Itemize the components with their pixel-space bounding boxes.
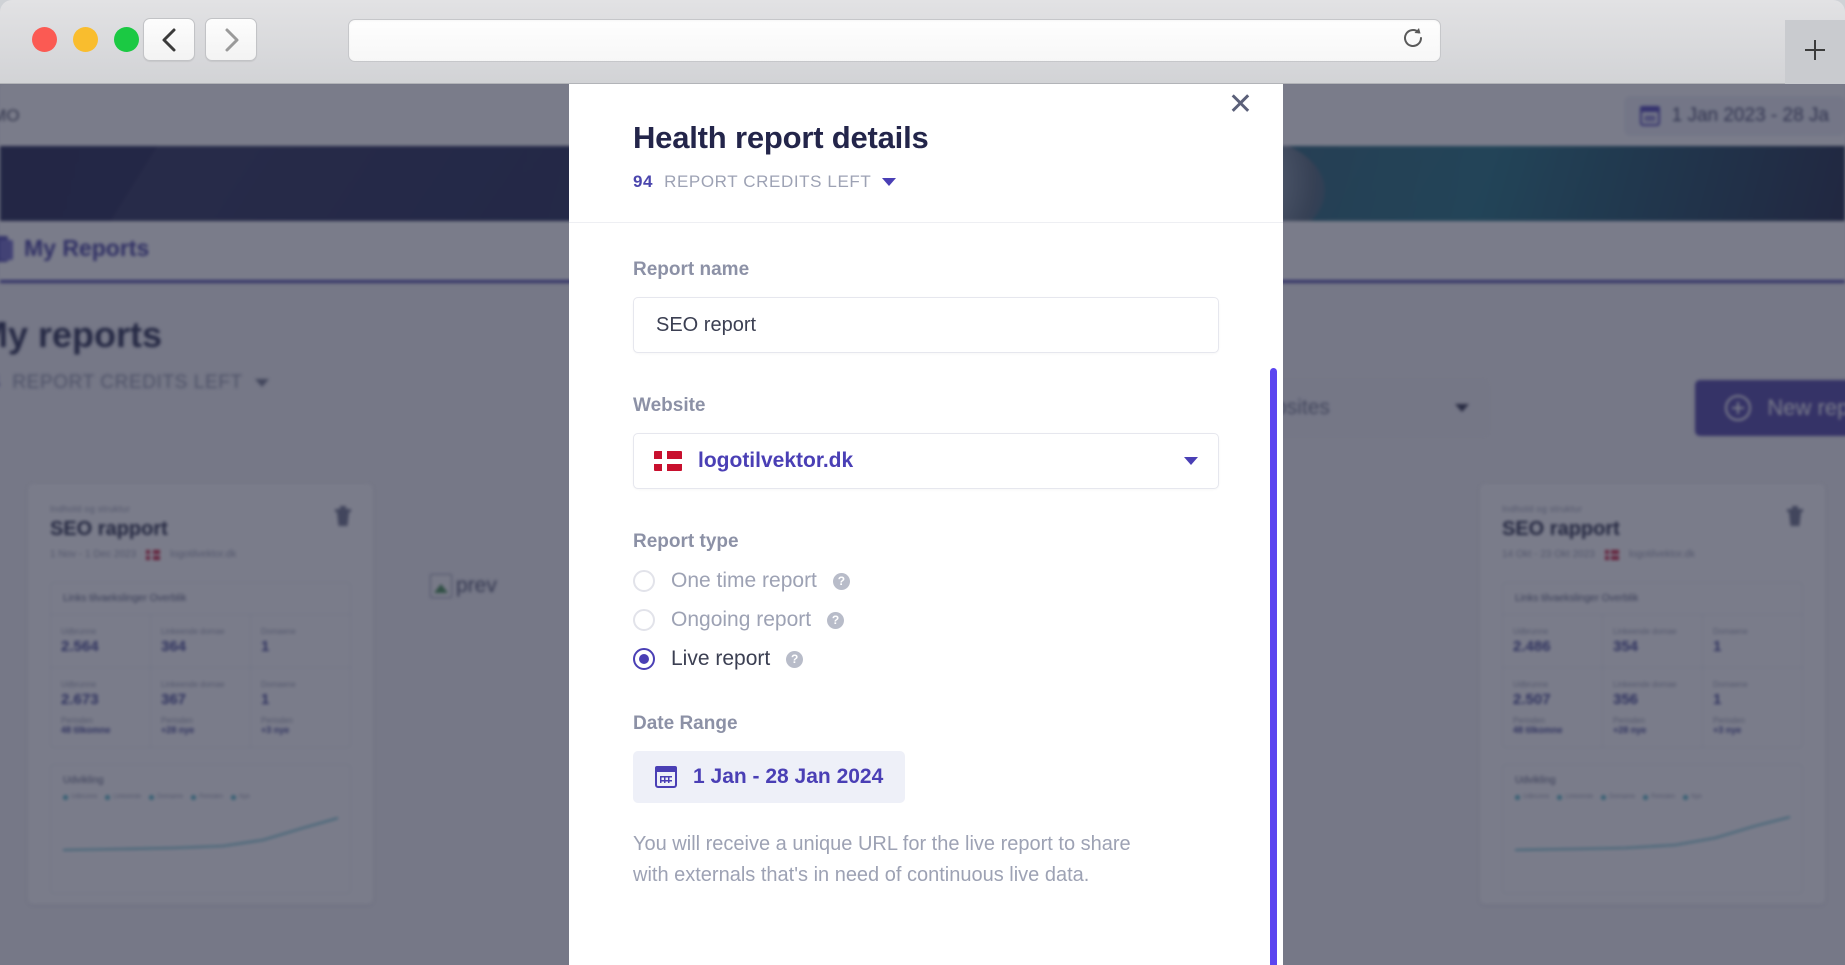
denmark-flag-icon [654,451,682,471]
new-tab-button[interactable] [1785,20,1845,84]
report-type-field: Report type One time report ? Ongoing re… [633,531,1219,671]
date-range-label: Date Range [633,713,738,734]
modal-body: Report name SEO report Website logotilve… [569,223,1283,965]
help-icon[interactable]: ? [827,611,845,629]
date-range-button[interactable]: 1 Jan - 28 Jan 2024 [633,751,906,803]
live-report-description: You will receive a unique URL for the li… [633,833,1131,886]
date-range-field: Date Range 1 Jan - 28 Jan 2024 [633,713,1219,803]
window-traffic-lights [32,27,139,52]
radio-label: Ongoing report [671,608,812,631]
chevron-right-icon [222,27,240,53]
radio-ongoing-report[interactable]: Ongoing report ? [633,608,1219,632]
browser-nav-buttons [143,18,257,61]
minimize-window-button[interactable] [73,27,98,52]
close-icon[interactable]: ✕ [1228,90,1253,120]
website-label: Website [633,395,706,416]
report-name-field: Report name SEO report [633,259,1219,353]
website-select-value: logotilvektor.dk [698,449,854,472]
calendar-icon [655,766,677,788]
modal-header: Health report details 94 REPORT CREDITS … [569,84,1283,223]
report-name-input[interactable]: SEO report [633,297,1219,353]
radio-label: One time report [671,569,817,592]
radio-label: Live report [671,647,771,670]
maximize-window-button[interactable] [114,27,139,52]
radio-button-icon [633,648,655,670]
plus-icon [1800,35,1830,70]
website-select[interactable]: logotilvektor.dk [633,433,1219,489]
radio-button-icon [633,570,655,592]
modal-title: Health report details [633,120,929,155]
chevron-left-icon [160,27,178,53]
address-bar[interactable] [348,19,1441,62]
modal-credits-number: 94 [633,172,654,191]
close-window-button[interactable] [32,27,57,52]
radio-button-icon [633,609,655,631]
radio-live-report[interactable]: Live report ? [633,647,1219,671]
help-icon[interactable]: ? [832,572,850,590]
report-name-label: Report name [633,259,750,280]
chevron-down-icon[interactable] [882,178,897,186]
website-field: Website logotilvektor.dk [633,395,1219,489]
modal-scrollbar[interactable] [1270,368,1277,965]
health-report-details-modal: Health report details 94 REPORT CREDITS … [569,84,1283,965]
chevron-down-icon [1184,457,1198,465]
radio-one-time-report[interactable]: One time report ? [633,569,1219,593]
reload-icon[interactable] [1400,25,1426,56]
browser-chrome [0,0,1845,84]
forward-button[interactable] [205,18,257,61]
modal-credits[interactable]: 94 REPORT CREDITS LEFT [633,172,1219,192]
modal-credits-label: REPORT CREDITS LEFT [664,172,872,191]
help-icon[interactable]: ? [786,650,804,668]
date-range-value: 1 Jan - 28 Jan 2024 [693,765,884,788]
report-type-label: Report type [633,531,739,552]
back-button[interactable] [143,18,195,61]
